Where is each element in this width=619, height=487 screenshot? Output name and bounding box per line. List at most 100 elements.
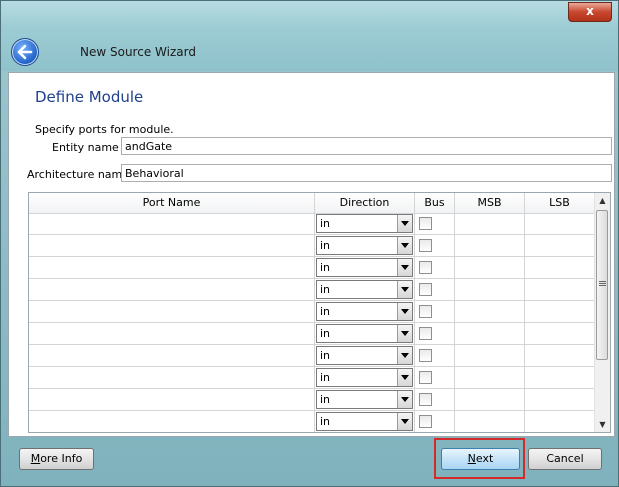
more-info-label: More Info — [30, 452, 83, 465]
chevron-down-icon[interactable] — [397, 215, 412, 232]
direction-cell: in — [315, 257, 415, 278]
architecture-name-label: Architecture name — [27, 168, 130, 181]
port-name-cell[interactable] — [29, 213, 315, 234]
more-info-button[interactable]: More Info — [19, 448, 94, 470]
chevron-down-icon[interactable] — [397, 325, 412, 342]
bus-cell — [415, 235, 455, 256]
bus-checkbox[interactable] — [419, 415, 432, 428]
column-header-bus[interactable]: Bus — [415, 193, 455, 213]
scroll-thumb[interactable] — [596, 210, 608, 360]
chevron-down-icon[interactable] — [397, 391, 412, 408]
table-row: in — [29, 389, 595, 411]
cancel-button[interactable]: Cancel — [528, 448, 602, 470]
back-arrow-icon — [17, 44, 33, 60]
direction-cell: in — [315, 301, 415, 322]
lsb-cell[interactable] — [525, 257, 595, 278]
bus-checkbox[interactable] — [419, 217, 432, 230]
direction-select[interactable]: in — [316, 346, 413, 365]
chevron-down-icon[interactable] — [397, 303, 412, 320]
grid-header: Port Name Direction Bus MSB LSB — [29, 193, 595, 214]
column-header-msb[interactable]: MSB — [455, 193, 525, 213]
chevron-down-icon[interactable] — [397, 347, 412, 364]
port-name-cell[interactable] — [29, 411, 315, 432]
direction-select[interactable]: in — [316, 280, 413, 299]
table-row: in — [29, 367, 595, 389]
bus-checkbox[interactable] — [419, 283, 432, 296]
direction-cell: in — [315, 213, 415, 234]
bus-checkbox[interactable] — [419, 305, 432, 318]
port-name-cell[interactable] — [29, 389, 315, 410]
direction-select[interactable]: in — [316, 368, 413, 387]
lsb-cell[interactable] — [525, 301, 595, 322]
port-name-cell[interactable] — [29, 323, 315, 344]
chevron-down-icon[interactable] — [397, 237, 412, 254]
back-button[interactable] — [11, 38, 39, 66]
port-name-cell[interactable] — [29, 367, 315, 388]
msb-cell[interactable] — [455, 301, 525, 322]
chevron-down-icon[interactable] — [397, 259, 412, 276]
direction-cell: in — [315, 323, 415, 344]
lsb-cell[interactable] — [525, 389, 595, 410]
direction-select[interactable]: in — [316, 302, 413, 321]
table-row: in — [29, 345, 595, 367]
page-title: Define Module — [35, 88, 144, 106]
bus-cell — [415, 367, 455, 388]
lsb-cell[interactable] — [525, 411, 595, 432]
direction-select[interactable]: in — [316, 258, 413, 277]
direction-value: in — [320, 217, 331, 230]
direction-select[interactable]: in — [316, 412, 413, 431]
close-icon: x — [586, 4, 594, 18]
cancel-label: Cancel — [546, 452, 584, 465]
bus-cell — [415, 301, 455, 322]
scroll-up-icon[interactable]: ▲ — [595, 193, 610, 208]
close-button[interactable]: x — [568, 2, 612, 22]
bus-checkbox[interactable] — [419, 239, 432, 252]
bus-checkbox[interactable] — [419, 261, 432, 274]
port-name-cell[interactable] — [29, 279, 315, 300]
direction-select[interactable]: in — [316, 236, 413, 255]
msb-cell[interactable] — [455, 279, 525, 300]
msb-cell[interactable] — [455, 235, 525, 256]
chevron-down-icon[interactable] — [397, 281, 412, 298]
direction-cell: in — [315, 235, 415, 256]
msb-cell[interactable] — [455, 411, 525, 432]
bus-checkbox[interactable] — [419, 371, 432, 384]
direction-select[interactable]: in — [316, 390, 413, 409]
entity-name-label: Entity name — [52, 141, 119, 154]
msb-cell[interactable] — [455, 213, 525, 234]
table-row: in — [29, 411, 595, 432]
bus-checkbox[interactable] — [419, 349, 432, 362]
lsb-cell[interactable] — [525, 323, 595, 344]
msb-cell[interactable] — [455, 345, 525, 366]
column-header-lsb[interactable]: LSB — [525, 193, 595, 213]
chevron-down-icon[interactable] — [397, 413, 412, 430]
table-row: in — [29, 235, 595, 257]
lsb-cell[interactable] — [525, 345, 595, 366]
direction-cell: in — [315, 389, 415, 410]
port-name-cell[interactable] — [29, 301, 315, 322]
scroll-down-icon[interactable]: ▼ — [595, 417, 610, 432]
port-name-cell[interactable] — [29, 345, 315, 366]
direction-select[interactable]: in — [316, 214, 413, 233]
msb-cell[interactable] — [455, 323, 525, 344]
port-name-cell[interactable] — [29, 257, 315, 278]
msb-cell[interactable] — [455, 367, 525, 388]
content-panel: Define Module Specify ports for module. … — [8, 72, 615, 437]
column-header-port-name[interactable]: Port Name — [29, 193, 315, 213]
bus-checkbox[interactable] — [419, 327, 432, 340]
msb-cell[interactable] — [455, 257, 525, 278]
column-header-direction[interactable]: Direction — [315, 193, 415, 213]
bus-checkbox[interactable] — [419, 393, 432, 406]
vertical-scrollbar[interactable]: ▲ ▼ — [594, 193, 610, 432]
table-row: in — [29, 213, 595, 235]
lsb-cell[interactable] — [525, 367, 595, 388]
port-name-cell[interactable] — [29, 235, 315, 256]
lsb-cell[interactable] — [525, 235, 595, 256]
chevron-down-icon[interactable] — [397, 369, 412, 386]
msb-cell[interactable] — [455, 389, 525, 410]
lsb-cell[interactable] — [525, 279, 595, 300]
entity-name-input[interactable] — [121, 137, 612, 155]
lsb-cell[interactable] — [525, 213, 595, 234]
direction-select[interactable]: in — [316, 324, 413, 343]
architecture-name-input[interactable] — [121, 164, 612, 182]
